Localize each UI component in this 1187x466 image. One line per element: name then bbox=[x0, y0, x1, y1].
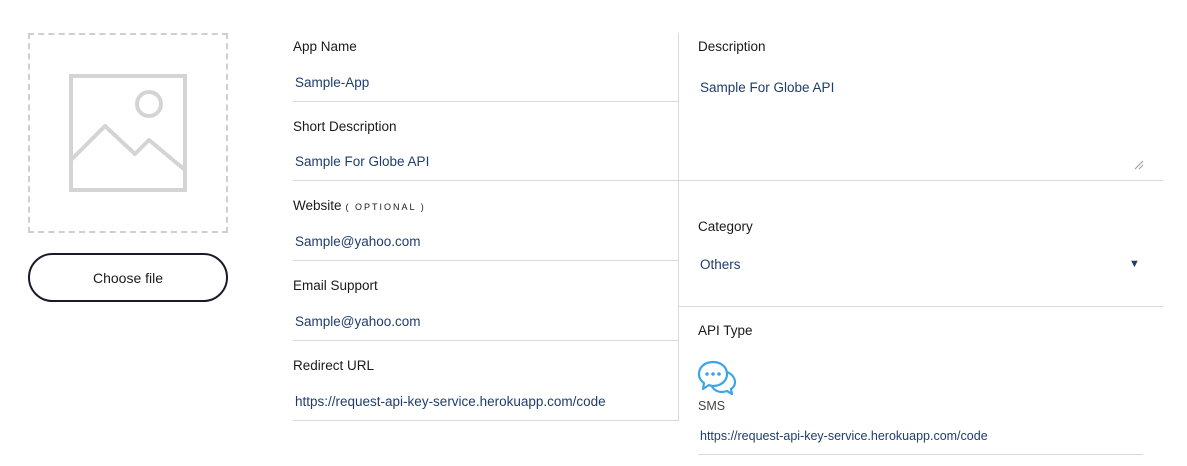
category-label: Category bbox=[698, 219, 753, 234]
app-name-input[interactable]: Sample-App bbox=[295, 75, 369, 90]
redirect-url-input[interactable]: https://request-api-key-service.herokuap… bbox=[295, 394, 606, 409]
redirect-url-label: Redirect URL bbox=[293, 358, 375, 373]
email-support-label: Email Support bbox=[293, 278, 378, 293]
column-divider bbox=[678, 33, 679, 421]
short-description-field: Short Description Sample For Globe API bbox=[293, 102, 678, 181]
email-support-input[interactable]: Sample@yahoo.com bbox=[295, 314, 421, 329]
choose-file-button[interactable]: Choose file bbox=[28, 253, 228, 302]
image-placeholder-icon bbox=[69, 74, 187, 192]
category-select[interactable]: Others bbox=[700, 257, 741, 272]
redirect-url-field: Redirect URL https://request-api-key-ser… bbox=[293, 341, 678, 421]
description-divider bbox=[678, 180, 1163, 181]
app-details-form: App Name Sample-App Short Description Sa… bbox=[293, 22, 678, 421]
resize-grip-icon[interactable] bbox=[1134, 160, 1144, 170]
website-field: Website( OPTIONAL ) Sample@yahoo.com bbox=[293, 181, 678, 261]
website-label: Website( OPTIONAL ) bbox=[293, 198, 426, 213]
website-input[interactable]: Sample@yahoo.com bbox=[295, 234, 421, 249]
description-label: Description bbox=[698, 39, 766, 54]
optional-tag: ( OPTIONAL ) bbox=[345, 202, 426, 212]
email-support-field: Email Support Sample@yahoo.com bbox=[293, 261, 678, 341]
short-description-label: Short Description bbox=[293, 119, 397, 134]
sms-label: SMS bbox=[698, 399, 726, 413]
app-name-label: App Name bbox=[293, 39, 357, 54]
api-url-input[interactable]: https://request-api-key-service.herokuap… bbox=[700, 429, 988, 443]
app-image-dropzone[interactable] bbox=[28, 33, 228, 233]
chat-bubbles-icon[interactable] bbox=[698, 360, 736, 396]
api-url-underline bbox=[698, 454, 1143, 455]
category-divider bbox=[678, 306, 1163, 307]
chevron-down-icon[interactable]: ▼ bbox=[1129, 258, 1140, 270]
api-type-label: API Type bbox=[698, 323, 753, 338]
short-description-input[interactable]: Sample For Globe API bbox=[295, 154, 429, 169]
app-name-field: App Name Sample-App bbox=[293, 22, 678, 102]
description-textarea[interactable]: Sample For Globe API bbox=[700, 80, 834, 95]
